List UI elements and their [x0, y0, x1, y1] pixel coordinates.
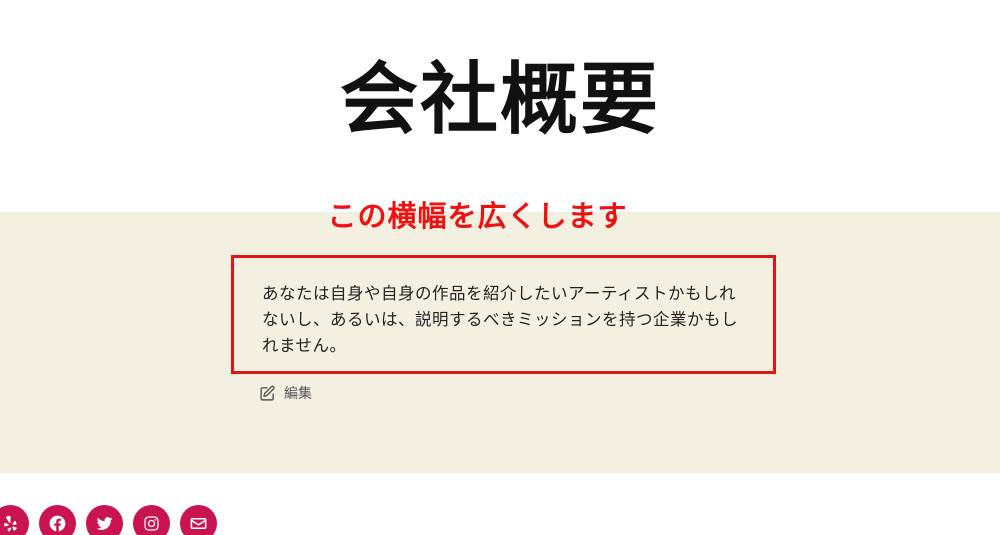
social-links	[0, 505, 217, 535]
yelp-link[interactable]	[0, 505, 29, 535]
instagram-link[interactable]	[133, 505, 170, 535]
facebook-icon	[49, 515, 66, 532]
annotation-label: この横幅を広くします	[327, 199, 628, 233]
instagram-icon	[144, 516, 159, 531]
yelp-icon	[4, 515, 17, 532]
edit-link[interactable]: 編集	[259, 383, 312, 403]
mail-link[interactable]	[180, 505, 217, 535]
mail-icon	[190, 517, 207, 530]
intro-paragraph: あなたは自身や自身の作品を紹介したいアーティストかもしれないし、あるいは、説明す…	[262, 284, 738, 355]
facebook-link[interactable]	[39, 505, 76, 535]
pencil-square-icon	[259, 385, 276, 402]
edit-label: 編集	[284, 386, 312, 402]
page-title: 会社概要	[339, 54, 660, 145]
twitter-link[interactable]	[86, 505, 123, 535]
twitter-icon	[96, 517, 113, 530]
